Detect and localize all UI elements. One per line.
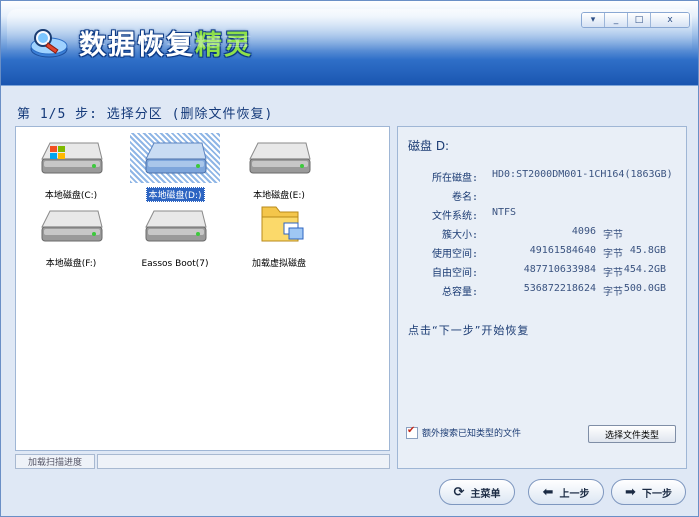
windows-drive-icon bbox=[41, 142, 103, 174]
refresh-icon: ⟳ bbox=[453, 484, 465, 500]
scan-progress-label: 加载扫描进度 bbox=[15, 454, 95, 469]
info-row-fs: 文件系统: NTFS bbox=[398, 207, 688, 226]
drive-label-d: 本地磁盘(D:) bbox=[145, 187, 205, 202]
drive-icon-wrap bbox=[26, 201, 116, 251]
folder-virtual-disk-icon bbox=[261, 206, 304, 242]
menu-dropdown-button[interactable]: ▾ bbox=[582, 13, 604, 27]
drive-label-e: 本地磁盘(E:) bbox=[253, 191, 305, 201]
app-title-reflection-accent: 精灵 bbox=[195, 33, 253, 48]
drive-item-f[interactable]: 本地磁盘(F:) bbox=[26, 201, 116, 270]
drive-icon-wrap bbox=[130, 133, 220, 183]
load-virtual-disk-label: 加载虚拟磁盘 bbox=[251, 259, 306, 269]
arrow-left-icon: ⬅ bbox=[542, 484, 554, 500]
load-virtual-disk-item[interactable]: 加载虚拟磁盘 bbox=[234, 201, 324, 270]
hard-drive-icon bbox=[145, 210, 207, 242]
used-unit: 字节 bbox=[603, 249, 623, 260]
close-button[interactable]: x bbox=[650, 13, 689, 27]
free-label: 自由空间: bbox=[431, 268, 478, 279]
info-row-disk: 所在磁盘: HD0:ST2000DM001-1CH164(1863GB) bbox=[398, 169, 688, 188]
used-gb: 45.8GB bbox=[629, 245, 666, 256]
drive-item-d[interactable]: 本地磁盘(D:) bbox=[130, 133, 220, 202]
used-label: 使用空间: bbox=[431, 249, 478, 260]
total-label: 总容量: bbox=[441, 287, 478, 298]
maximize-button[interactable]: □ bbox=[627, 13, 650, 27]
extra-search-label: 额外搜索已知类型的文件 bbox=[422, 429, 522, 439]
drive-label-c: 本地磁盘(C:) bbox=[44, 191, 98, 201]
arrow-right-icon: ➡ bbox=[625, 484, 636, 500]
disk-label: 所在磁盘: bbox=[431, 173, 478, 184]
app-window: 数据恢复精灵 数据恢复精灵 ▾ _ □ x 第 1/5 步: 选择分区 (删除文… bbox=[0, 0, 699, 517]
info-row-volume: 卷名: bbox=[398, 188, 688, 207]
volume-label: 卷名: bbox=[451, 192, 478, 203]
partition-info-panel: 磁盘 D: 所在磁盘: HD0:ST2000DM001-1CH164(1863G… bbox=[397, 126, 687, 469]
prev-step-button[interactable]: ⬅ 上一步 bbox=[528, 479, 604, 505]
minimize-button[interactable]: _ bbox=[604, 13, 627, 27]
info-row-used: 使用空间: 49161584640 字节 45.8GB bbox=[398, 245, 688, 264]
magnifier-logo-icon bbox=[30, 29, 68, 58]
extra-search-checkbox[interactable] bbox=[406, 425, 418, 439]
drive-icon-wrap bbox=[26, 133, 116, 183]
hard-drive-icon bbox=[249, 142, 311, 174]
cluster-label: 簇大小: bbox=[441, 230, 478, 241]
cluster-num: 4096 bbox=[571, 226, 596, 237]
disk-value: HD0:ST2000DM001-1CH164(1863GB) bbox=[492, 169, 673, 180]
main-menu-button[interactable]: ⟳ 主菜单 bbox=[439, 479, 515, 505]
hard-drive-icon bbox=[41, 210, 103, 242]
drive-icon-wrap bbox=[234, 133, 324, 183]
drive-item-c[interactable]: 本地磁盘(C:) bbox=[26, 133, 116, 202]
app-title-reflection-main: 数据恢复 bbox=[79, 33, 195, 48]
prev-step-label: 上一步 bbox=[559, 488, 590, 500]
total-gb: 500.0GB bbox=[623, 283, 666, 294]
window-controls: ▾ _ □ x bbox=[581, 12, 690, 28]
info-row-free: 自由空间: 487710633984 字节 454.2GB bbox=[398, 264, 688, 283]
drive-label-f: 本地磁盘(F:) bbox=[45, 259, 97, 269]
drive-label-eassos-boot: Eassos Boot(7) bbox=[141, 259, 209, 269]
fs-value: NTFS bbox=[492, 207, 517, 218]
partition-info-title: 磁盘 D: bbox=[408, 139, 450, 153]
drive-item-eassos-boot[interactable]: Eassos Boot(7) bbox=[130, 201, 220, 270]
drive-item-e[interactable]: 本地磁盘(E:) bbox=[234, 133, 324, 202]
app-title-reflection: 数据恢复精灵 bbox=[79, 33, 253, 51]
used-num: 49161584640 bbox=[529, 245, 596, 256]
title-bar[interactable]: 数据恢复精灵 数据恢复精灵 ▾ _ □ x bbox=[1, 1, 698, 86]
next-step-label: 下一步 bbox=[641, 488, 672, 500]
free-gb: 454.2GB bbox=[623, 264, 666, 275]
cluster-unit: 字节 bbox=[603, 230, 623, 241]
free-num: 487710633984 bbox=[523, 264, 596, 275]
next-step-button[interactable]: ➡ 下一步 bbox=[611, 479, 686, 505]
drive-icon-wrap bbox=[234, 201, 324, 251]
drive-icon-wrap bbox=[130, 201, 220, 251]
scan-progress-bar bbox=[97, 454, 390, 469]
extra-search-option[interactable]: 额外搜索已知类型的文件 bbox=[406, 425, 522, 439]
step-label: 第 1/5 步: 选择分区 (删除文件恢复) bbox=[17, 107, 274, 122]
select-file-type-button[interactable]: 选择文件类型 bbox=[588, 425, 676, 443]
fs-label: 文件系统: bbox=[431, 211, 478, 222]
free-unit: 字节 bbox=[603, 268, 623, 279]
total-num: 536872218624 bbox=[523, 283, 596, 294]
main-menu-label: 主菜单 bbox=[470, 488, 501, 500]
start-recovery-hint: 点击“下一步”开始恢复 bbox=[408, 324, 530, 337]
partition-list: 本地磁盘(C:) 本地磁盘(D:) 本地磁盘(E:) 本地磁盘(F:) Eass… bbox=[15, 126, 390, 451]
info-row-cluster: 簇大小: 4096 字节 bbox=[398, 226, 688, 245]
hard-drive-icon bbox=[145, 142, 207, 174]
total-unit: 字节 bbox=[603, 287, 623, 298]
info-row-total: 总容量: 536872218624 字节 500.0GB bbox=[398, 283, 688, 302]
